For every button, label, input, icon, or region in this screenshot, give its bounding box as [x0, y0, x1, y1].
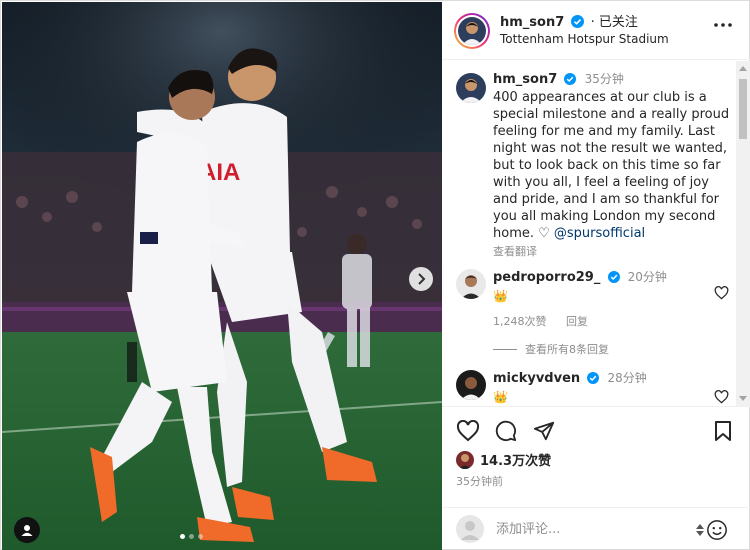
post-dialog: AIA hm_son7 · 已关注 Tottenham Hotspur Stad… [0, 0, 750, 550]
author-avatar[interactable] [454, 12, 490, 49]
commenter-avatar[interactable] [456, 269, 486, 299]
verified-badge-icon [571, 14, 585, 28]
avatar-image [458, 16, 486, 45]
comment-item: mickyvdven 28分钟 👑 [456, 370, 731, 406]
current-user-avatar [456, 515, 484, 543]
comment-item: pedroporro29_ 20分钟 👑 1,248次赞 回复 [456, 269, 731, 330]
commenter-username[interactable]: pedroporro29_ [493, 270, 600, 285]
comment-text: 👑 [493, 289, 508, 303]
scroll-thumb[interactable] [739, 79, 747, 139]
chevron-right-icon [418, 273, 426, 285]
liker-avatar [456, 450, 474, 469]
user-tags-button[interactable] [14, 517, 40, 543]
celebration-photo: AIA [2, 2, 442, 550]
post-photo[interactable]: AIA [2, 2, 442, 550]
caption-text: 400 appearances at our club is a special… [493, 89, 731, 242]
comment-icon[interactable] [494, 420, 518, 442]
carousel-dot [180, 534, 185, 539]
view-replies-link[interactable]: 查看所有8条回复 [493, 341, 609, 357]
comment-composer [442, 507, 750, 550]
see-translation-link[interactable]: 查看翻译 [493, 243, 731, 260]
post-caption: hm_son7 35分钟 400 appearances at our club… [456, 71, 731, 260]
user-tag-icon [21, 525, 33, 536]
replies-divider [493, 348, 517, 350]
commenter-username[interactable]: mickyvdven [493, 371, 580, 386]
verified-badge-icon [607, 271, 620, 283]
caption-username[interactable]: hm_son7 [493, 72, 557, 87]
scroll-down-arrow[interactable] [739, 396, 747, 401]
likes-count: 14.3万次赞 [480, 454, 552, 469]
stepper-arrows-icon[interactable] [696, 523, 704, 537]
view-replies-label: 查看所有8条回复 [525, 343, 609, 356]
caption-body: 400 appearances at our club is a special… [493, 90, 730, 241]
carousel-dot [198, 534, 203, 539]
smiley-icon[interactable] [706, 519, 728, 541]
reply-button[interactable]: 回复 [566, 315, 588, 328]
next-slide-button[interactable] [409, 267, 433, 291]
bookmark-icon[interactable] [714, 420, 732, 442]
carousel-dots [180, 534, 203, 539]
comments-list[interactable]: hm_son7 35分钟 400 appearances at our club… [442, 61, 734, 406]
heart-icon[interactable] [714, 286, 729, 300]
carousel-dot [189, 534, 194, 539]
more-horizontal-icon[interactable] [714, 23, 732, 27]
post-panel: hm_son7 · 已关注 Tottenham Hotspur Stadium [442, 2, 750, 550]
paper-plane-icon[interactable] [532, 420, 556, 442]
commenter-avatar[interactable] [456, 370, 486, 400]
post-timestamp[interactable]: 35分钟前 [456, 473, 503, 489]
likes-summary[interactable]: 14.3万次赞 [456, 450, 551, 469]
comments-scrollbar[interactable] [736, 61, 750, 406]
heart-icon[interactable] [456, 420, 480, 442]
post-actions: 14.3万次赞 35分钟前 [442, 406, 750, 511]
comment-input[interactable] [496, 521, 676, 537]
comment-time[interactable]: 20分钟 [628, 270, 667, 284]
user-placeholder-icon [461, 521, 479, 540]
heart-icon[interactable] [714, 390, 729, 404]
author-username[interactable]: hm_son7 [500, 15, 564, 30]
comment-likes[interactable]: 1,248次赞 [493, 315, 547, 328]
following-status[interactable]: · 已关注 [591, 15, 638, 30]
verified-badge-icon [564, 73, 577, 85]
caption-avatar[interactable] [456, 73, 486, 103]
caption-mention[interactable]: @spursofficial [554, 226, 645, 241]
scroll-up-arrow[interactable] [739, 66, 747, 71]
verified-badge-icon [587, 372, 600, 384]
post-location[interactable]: Tottenham Hotspur Stadium [500, 31, 669, 48]
comment-text: 👑 [493, 390, 508, 404]
caption-time[interactable]: 35分钟 [585, 72, 624, 86]
comment-time[interactable]: 28分钟 [607, 371, 646, 385]
post-header: hm_son7 · 已关注 Tottenham Hotspur Stadium [442, 2, 750, 60]
